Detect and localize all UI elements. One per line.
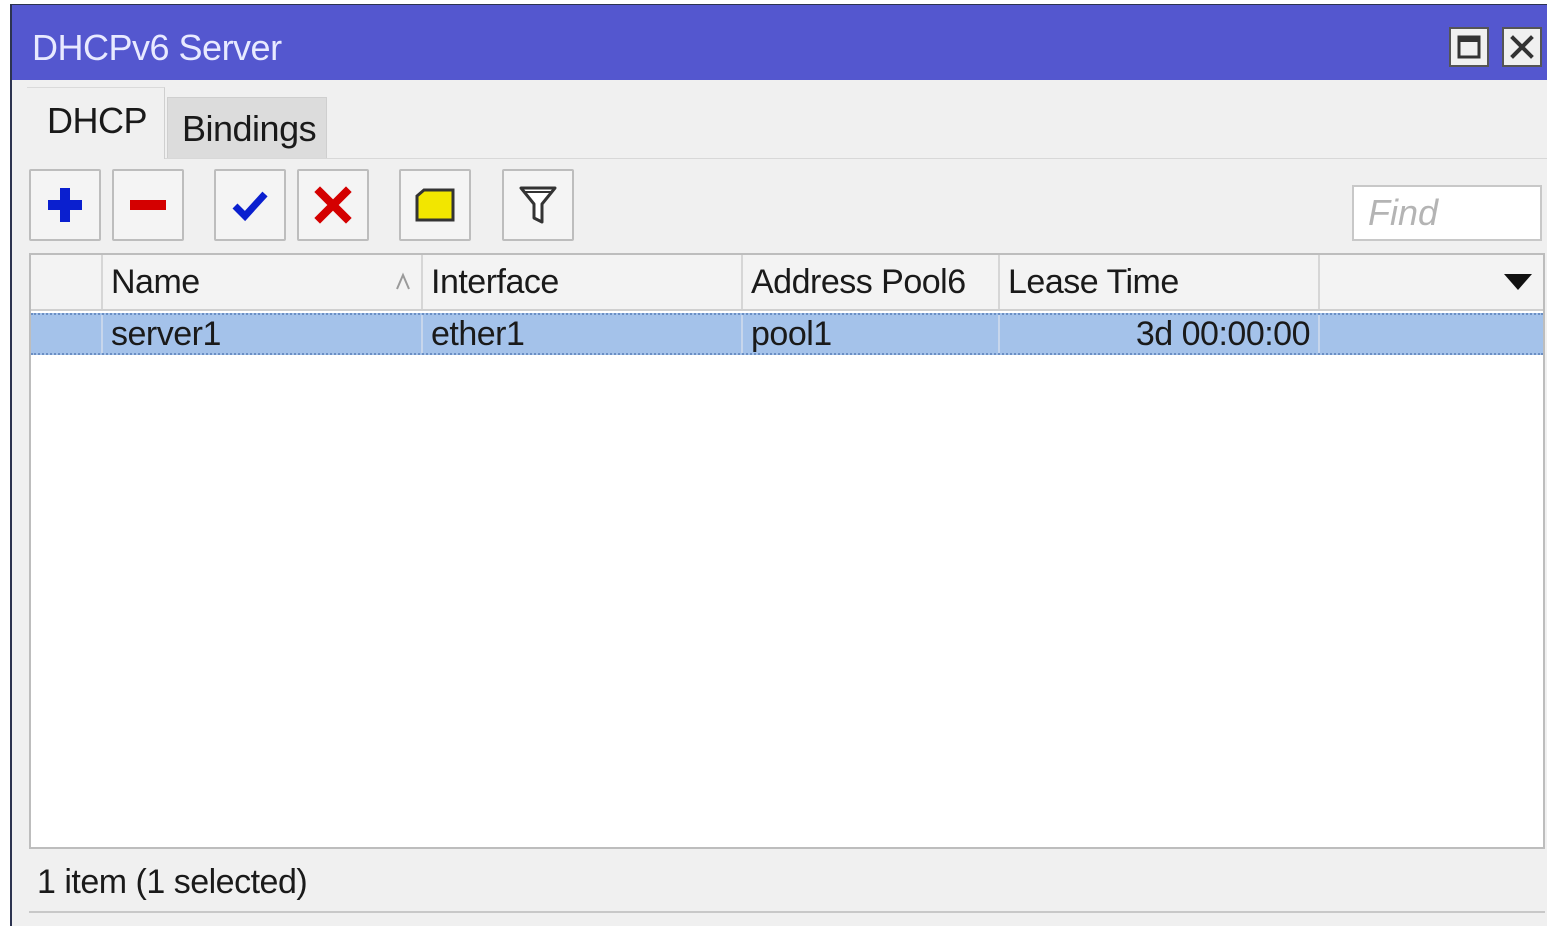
maximize-icon [1457,35,1481,59]
column-menu-dropdown-icon[interactable] [1503,273,1533,291]
check-icon [232,191,268,222]
status-text: 1 item (1 selected) [37,863,308,901]
dhcpv6-server-window: DHCPv6 Server DHCP Bindings Find Name In… [10,4,1547,926]
table-header: Name Interface Address Pool6 Lease Time [31,255,1543,311]
title-bar[interactable]: DHCPv6 Server [12,5,1547,80]
cell-name: server1 [103,315,423,353]
status-bar: 1 item (1 selected) [29,851,1545,913]
x-icon [314,186,352,224]
remove-button[interactable] [112,169,184,241]
disable-button[interactable] [297,169,369,241]
enable-button[interactable] [214,169,286,241]
close-button[interactable] [1502,27,1542,67]
cell-lease-time: 3d 00:00:00 [1000,315,1320,353]
minus-icon [130,200,166,210]
window-title: DHCPv6 Server [32,27,282,68]
sort-ascending-icon [396,272,410,290]
comment-button[interactable] [399,169,471,241]
filter-button[interactable] [502,169,574,241]
table-row[interactable]: server1 ether1 pool1 3d 00:00:00 [31,313,1543,355]
column-header-address-pool6[interactable]: Address Pool6 [743,255,1000,309]
column-header-name[interactable]: Name [103,255,423,309]
find-input[interactable] [1352,185,1542,241]
cell-flag [31,315,103,353]
cell-extra [1320,315,1543,353]
column-header-name-label: Name [111,263,200,301]
tab-bindings[interactable]: Bindings [167,97,327,159]
column-header-extra[interactable] [1320,255,1543,309]
maximize-button[interactable] [1449,27,1489,67]
plus-icon [48,188,82,222]
funnel-icon [519,186,557,224]
add-button[interactable] [29,169,101,241]
note-icon [415,188,455,222]
close-icon [1510,35,1534,59]
column-header-lease-time[interactable]: Lease Time [1000,255,1320,309]
tab-divider [165,158,1547,159]
cell-address-pool6: pool1 [743,315,1000,353]
cell-interface: ether1 [423,315,743,353]
servers-table: Name Interface Address Pool6 Lease Time … [29,253,1545,849]
column-header-interface[interactable]: Interface [423,255,743,309]
tab-dhcp[interactable]: DHCP [27,87,165,159]
column-header-flag[interactable] [31,255,103,309]
